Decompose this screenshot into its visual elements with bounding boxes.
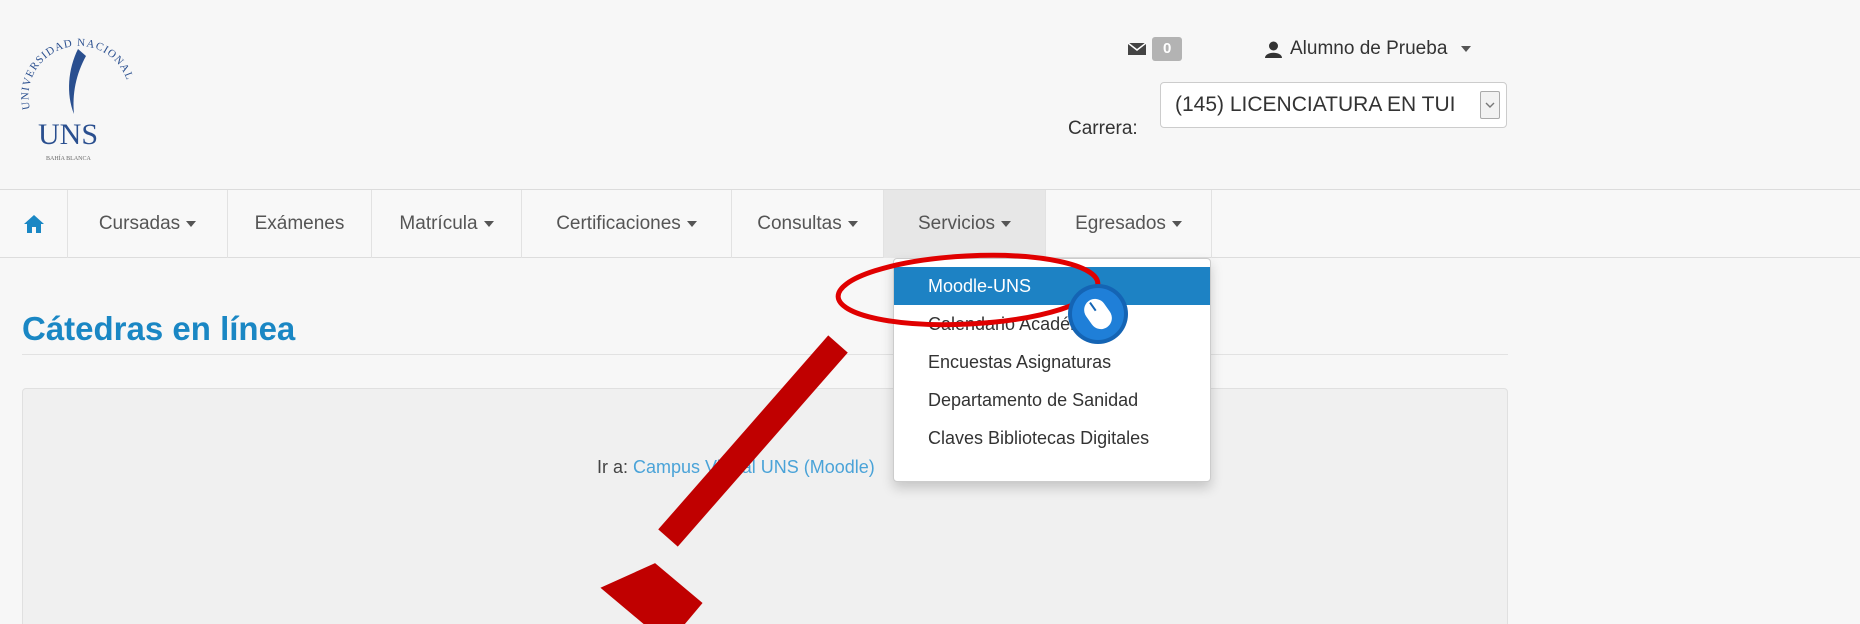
menu-item-moodle-uns[interactable]: Moodle-UNS — [894, 267, 1210, 305]
nav-examenes[interactable]: Exámenes — [228, 190, 372, 258]
divider — [22, 354, 1508, 355]
menu-item-calendario-academico[interactable]: Calendario Académico — [894, 305, 1210, 343]
caret-down-icon — [186, 221, 197, 227]
caret-down-icon — [483, 221, 494, 227]
header: UNIVERSIDAD NACIONAL DEL SUR UNS BAHÍA B… — [0, 0, 1860, 190]
logo-abbr: UNS — [38, 118, 98, 151]
content-panel — [22, 388, 1508, 624]
carrera-select[interactable]: (145) LICENCIATURA EN TUI — [1160, 82, 1507, 128]
nav-egresados[interactable]: Egresados — [1046, 190, 1212, 258]
nav-label: Cursadas — [98, 213, 181, 234]
nav-certificaciones[interactable]: Certificaciones — [522, 190, 732, 258]
chevron-down-icon[interactable] — [1480, 91, 1500, 119]
nav-label: Servicios — [917, 213, 996, 234]
carrera-label: Carrera: — [1068, 118, 1138, 139]
nav-label: Certificaciones — [556, 213, 681, 234]
user-icon — [1265, 41, 1282, 58]
carrera-selected-value: (145) LICENCIATURA EN TUI — [1175, 93, 1456, 116]
caret-down-icon — [847, 221, 858, 227]
messages-button[interactable]: 0 — [1128, 34, 1183, 64]
nav-matricula[interactable]: Matrícula — [372, 190, 522, 258]
nav-label: Consultas — [757, 213, 842, 234]
servicios-dropdown: Moodle-UNS Calendario Académico Encuesta… — [893, 258, 1211, 482]
menu-item-claves-bibliotecas[interactable]: Claves Bibliotecas Digitales — [894, 419, 1210, 457]
nav-home[interactable] — [0, 190, 68, 258]
nav-label: Exámenes — [254, 213, 345, 234]
page-title: Cátedras en línea — [22, 310, 296, 347]
envelope-icon — [1128, 42, 1146, 55]
user-menu[interactable]: Alumno de Prueba — [1265, 34, 1472, 64]
menu-item-departamento-sanidad[interactable]: Departamento de Sanidad — [894, 381, 1210, 419]
uns-logo[interactable]: UNIVERSIDAD NACIONAL DEL SUR UNS BAHÍA B… — [8, 14, 148, 164]
main-navbar: Cursadas Exámenes Matrícula Certificacio… — [0, 190, 1860, 258]
messages-count-badge: 0 — [1152, 37, 1183, 61]
panel-text: Ir a: Campus Virtual UNS (Moodle) — [597, 457, 875, 478]
caret-down-icon — [1001, 221, 1012, 227]
home-icon — [23, 215, 44, 233]
nav-label: Matrícula — [399, 213, 478, 234]
caret-down-icon — [1171, 221, 1182, 227]
user-name: Alumno de Prueba — [1290, 38, 1448, 59]
panel-prefix: Ir a: — [597, 457, 629, 477]
nav-cursadas[interactable]: Cursadas — [68, 190, 228, 258]
nav-label: Egresados — [1075, 213, 1166, 234]
caret-down-icon — [686, 221, 697, 227]
logo-city: BAHÍA BLANCA — [46, 154, 92, 162]
chevron-down-icon — [1461, 46, 1472, 52]
campus-virtual-link[interactable]: Campus Virtual UNS (Moodle) — [633, 457, 875, 477]
nav-servicios[interactable]: Servicios — [884, 190, 1046, 258]
nav-consultas[interactable]: Consultas — [732, 190, 884, 258]
menu-item-encuestas-asignaturas[interactable]: Encuestas Asignaturas — [894, 343, 1210, 381]
